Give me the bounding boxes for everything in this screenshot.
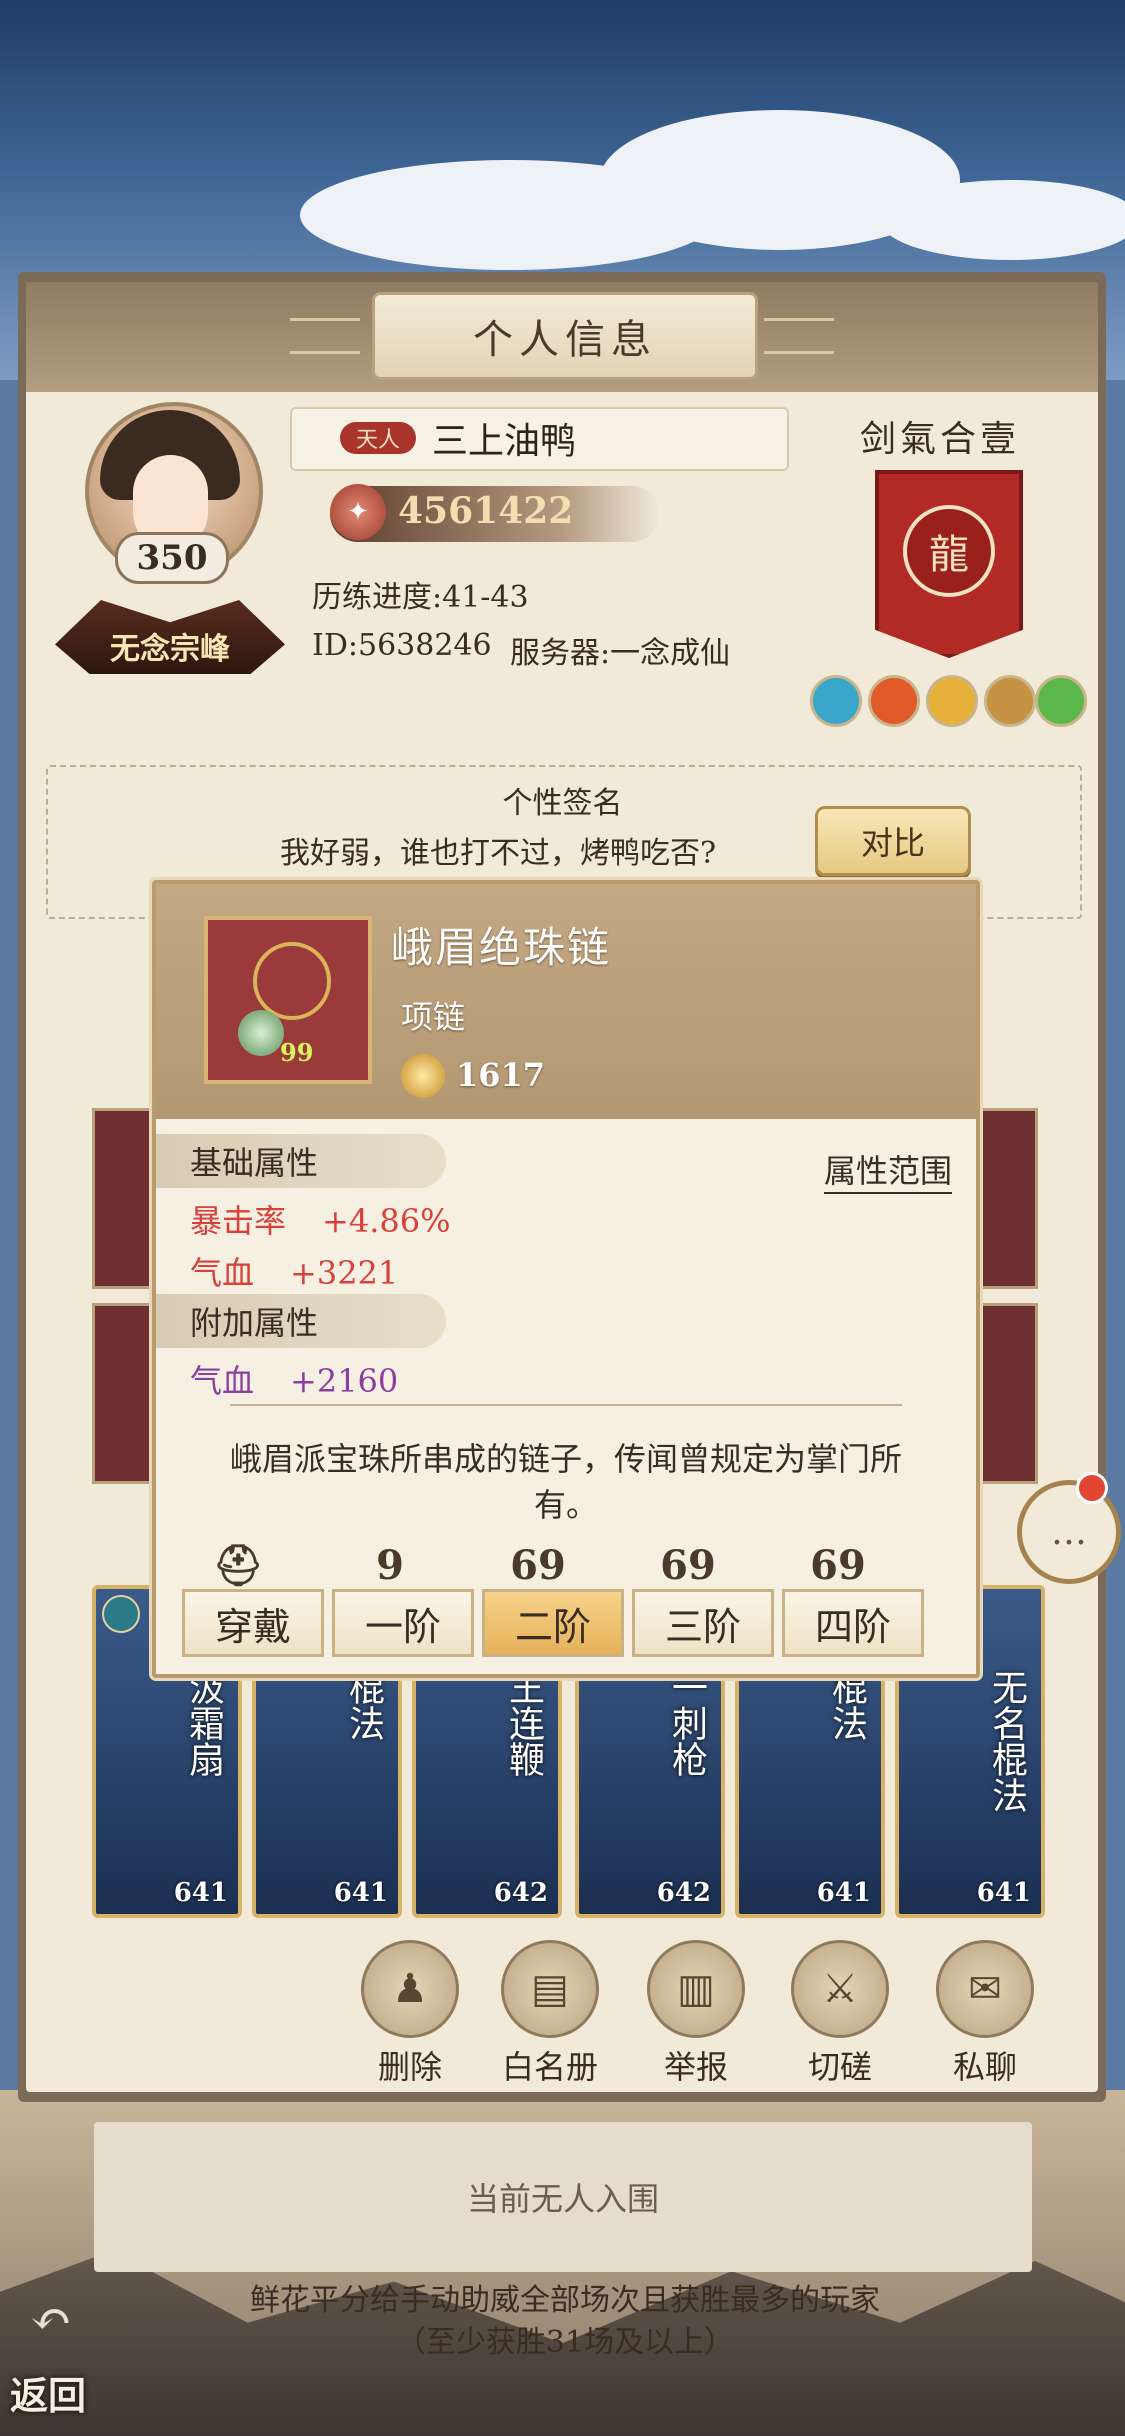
tier4-button[interactable]: 四阶 [782, 1589, 924, 1657]
pendant-icon [238, 1010, 284, 1056]
item-power: 1617 [456, 1056, 546, 1094]
card-level: 641 [816, 1878, 871, 1908]
card-level: 641 [976, 1878, 1031, 1908]
report-button[interactable]: ▥ 举报 [646, 1940, 746, 2086]
card-tag-icon [102, 1595, 140, 1633]
stat-value: +2160 [290, 1362, 399, 1400]
item-name: 峨眉绝珠链 [391, 923, 612, 972]
item-image: 99 [204, 916, 372, 1084]
stat-name: 暴击率 [190, 1202, 287, 1240]
action-label: 删除 [377, 2048, 442, 2086]
whitelist-icon: ▤ [501, 1940, 599, 2038]
stat-value: +4.86% [322, 1202, 451, 1240]
stat-name: 气血 [190, 1362, 255, 1400]
divider [230, 1404, 902, 1406]
necklace-icon [253, 942, 331, 1020]
gem-icon [926, 675, 978, 727]
gem-icon [1035, 675, 1087, 727]
notification-dot [1076, 1472, 1108, 1504]
card-level: 641 [333, 1878, 388, 1908]
card-name: 王连鞭 [503, 1669, 544, 1777]
gem-icon [984, 675, 1036, 727]
server-name: 服务器:一念成仙 [510, 636, 731, 671]
honor-empty-box: 当前无人入围 [94, 2122, 1032, 2272]
item-description: 峨眉派宝珠所串成的链子，传闻曾规定为掌门所有。 [229, 1440, 902, 1524]
private-chat-button[interactable]: ✉ 私聊 [935, 1940, 1035, 2086]
delete-icon: ♟ [361, 1940, 459, 2038]
gem-icon [868, 675, 920, 727]
action-label: 切磋 [807, 2048, 872, 2086]
player-id: ID:5638246 [312, 628, 492, 663]
stat-row: 暴击率 +4.86% [190, 1196, 450, 1242]
stat-name: 气血 [190, 1254, 255, 1292]
tier2-icon: 69 [510, 1541, 566, 1589]
wear-button[interactable]: 穿戴 [182, 1589, 324, 1657]
action-label: 私聊 [952, 2048, 1017, 2086]
gem-icon [810, 675, 862, 727]
stat-value: +3221 [290, 1254, 399, 1292]
action-label: 举报 [663, 2048, 728, 2086]
item-count: 99 [280, 1038, 314, 1067]
card-level: 641 [173, 1878, 228, 1908]
player-name: 三上油鸭 [432, 421, 577, 462]
base-attributes-label: 基础属性 [156, 1134, 446, 1188]
alliance-name: 剑氣合壹 [860, 419, 1021, 460]
private-chat-icon: ✉ [936, 1940, 1034, 2038]
signature-text: 我好弱，谁也打不过，烤鸭吃否? [280, 836, 717, 871]
card-name: 棍法 [826, 1669, 867, 1741]
item-type: 项链 [401, 998, 466, 1036]
compare-button[interactable]: 对比 [815, 806, 971, 876]
stat-row: 气血 +3221 [190, 1248, 398, 1294]
tier1-button[interactable]: 一阶 [332, 1589, 474, 1657]
rank-tag: 天人 [340, 422, 416, 454]
tier3-icon: 69 [660, 1541, 716, 1589]
armor-icon: ⛑ [212, 1541, 264, 1589]
extra-attributes-label: 附加属性 [156, 1294, 446, 1348]
attribute-range-link[interactable]: 属性范围 [823, 1146, 952, 1194]
whitelist-button[interactable]: ▤ 白名册 [500, 1940, 600, 2086]
tier1-icon: 9 [376, 1541, 404, 1589]
delete-button[interactable]: ♟ 删除 [360, 1940, 460, 2086]
card-name: 无名棍法 [986, 1669, 1027, 1813]
tier4-icon: 69 [810, 1541, 866, 1589]
card-name: 一刺枪 [666, 1669, 707, 1777]
level-badge: 350 [115, 532, 229, 584]
card-name: 棍法 [343, 1669, 384, 1741]
spar-icon: ⚔ [791, 1940, 889, 2038]
power-icon [401, 1054, 445, 1098]
tier3-button[interactable]: 三阶 [632, 1589, 774, 1657]
card-name: 汲霜扇 [183, 1669, 224, 1777]
header-ornament-left [290, 318, 360, 354]
power-icon: ✦ [330, 484, 386, 540]
dragon-emblem-icon: 龍 [903, 505, 995, 597]
card-level: 642 [493, 1878, 548, 1908]
progress-text: 历练进度:41-43 [312, 580, 529, 615]
item-detail-popup: 99 峨眉绝珠链 项链 1617 基础属性 属性范围 暴击率 +4.86% 气血 +… [152, 880, 980, 1678]
honor-rule-text: 鲜花平分给手动助威全部场次且获胜最多的玩家（至少获胜31场及以上） [250, 2283, 880, 2360]
header-ornament-right [764, 318, 834, 354]
spar-button[interactable]: ⚔ 切磋 [790, 1940, 890, 2086]
power-value: 4561422 [398, 490, 574, 532]
action-label: 白名册 [501, 2048, 598, 2086]
stat-row: 气血 +2160 [190, 1356, 398, 1402]
report-icon: ▥ [647, 1940, 745, 2038]
back-button[interactable]: 返回 [10, 2330, 120, 2420]
panel-title: 个人信息 [372, 292, 758, 380]
tier2-button[interactable]: 二阶 [482, 1589, 624, 1657]
card-level: 642 [656, 1878, 711, 1908]
